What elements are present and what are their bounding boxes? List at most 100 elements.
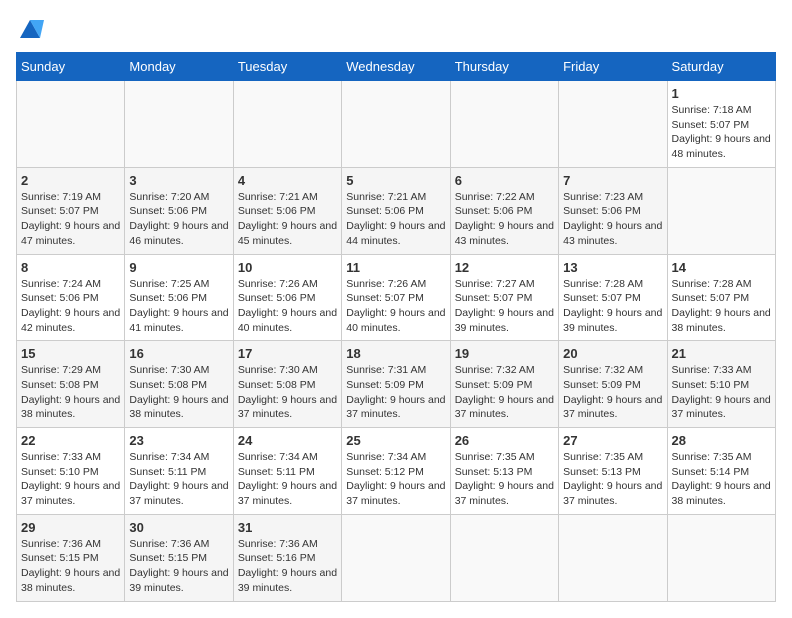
day-number: 23 <box>129 433 228 448</box>
day-number: 21 <box>672 346 771 361</box>
day-info: Sunrise: 7:30 AMSunset: 5:08 PMDaylight:… <box>238 363 337 422</box>
calendar-day <box>125 81 233 168</box>
day-number: 30 <box>129 520 228 535</box>
calendar-day: 28 Sunrise: 7:35 AMSunset: 5:14 PMDaylig… <box>667 428 775 515</box>
calendar-day: 12 Sunrise: 7:27 AMSunset: 5:07 PMDaylig… <box>450 254 558 341</box>
calendar-day <box>450 81 558 168</box>
calendar-day: 6 Sunrise: 7:22 AMSunset: 5:06 PMDayligh… <box>450 167 558 254</box>
day-number: 26 <box>455 433 554 448</box>
header-day: Thursday <box>450 53 558 81</box>
day-number: 18 <box>346 346 445 361</box>
calendar-day <box>667 167 775 254</box>
day-number: 31 <box>238 520 337 535</box>
calendar-day: 13 Sunrise: 7:28 AMSunset: 5:07 PMDaylig… <box>559 254 667 341</box>
calendar-day: 29 Sunrise: 7:36 AMSunset: 5:15 PMDaylig… <box>17 514 125 601</box>
day-info: Sunrise: 7:29 AMSunset: 5:08 PMDaylight:… <box>21 363 120 422</box>
calendar-week: 29 Sunrise: 7:36 AMSunset: 5:15 PMDaylig… <box>17 514 776 601</box>
calendar-day: 24 Sunrise: 7:34 AMSunset: 5:11 PMDaylig… <box>233 428 341 515</box>
calendar-day <box>342 514 450 601</box>
header-row: SundayMondayTuesdayWednesdayThursdayFrid… <box>17 53 776 81</box>
day-number: 17 <box>238 346 337 361</box>
day-number: 11 <box>346 260 445 275</box>
calendar-day: 19 Sunrise: 7:32 AMSunset: 5:09 PMDaylig… <box>450 341 558 428</box>
day-number: 5 <box>346 173 445 188</box>
day-info: Sunrise: 7:32 AMSunset: 5:09 PMDaylight:… <box>563 363 662 422</box>
day-info: Sunrise: 7:18 AMSunset: 5:07 PMDaylight:… <box>672 103 771 162</box>
day-info: Sunrise: 7:36 AMSunset: 5:15 PMDaylight:… <box>21 537 120 596</box>
calendar-week: 15 Sunrise: 7:29 AMSunset: 5:08 PMDaylig… <box>17 341 776 428</box>
calendar-day: 20 Sunrise: 7:32 AMSunset: 5:09 PMDaylig… <box>559 341 667 428</box>
day-number: 28 <box>672 433 771 448</box>
calendar-day: 8 Sunrise: 7:24 AMSunset: 5:06 PMDayligh… <box>17 254 125 341</box>
day-number: 1 <box>672 86 771 101</box>
day-info: Sunrise: 7:30 AMSunset: 5:08 PMDaylight:… <box>129 363 228 422</box>
day-info: Sunrise: 7:28 AMSunset: 5:07 PMDaylight:… <box>563 277 662 336</box>
calendar-day: 22 Sunrise: 7:33 AMSunset: 5:10 PMDaylig… <box>17 428 125 515</box>
calendar-day: 27 Sunrise: 7:35 AMSunset: 5:13 PMDaylig… <box>559 428 667 515</box>
calendar-day: 4 Sunrise: 7:21 AMSunset: 5:06 PMDayligh… <box>233 167 341 254</box>
calendar-table: SundayMondayTuesdayWednesdayThursdayFrid… <box>16 52 776 602</box>
calendar-day: 1 Sunrise: 7:18 AMSunset: 5:07 PMDayligh… <box>667 81 775 168</box>
calendar-week: 22 Sunrise: 7:33 AMSunset: 5:10 PMDaylig… <box>17 428 776 515</box>
calendar-day: 10 Sunrise: 7:26 AMSunset: 5:06 PMDaylig… <box>233 254 341 341</box>
day-number: 10 <box>238 260 337 275</box>
day-info: Sunrise: 7:22 AMSunset: 5:06 PMDaylight:… <box>455 190 554 249</box>
day-info: Sunrise: 7:36 AMSunset: 5:16 PMDaylight:… <box>238 537 337 596</box>
calendar-header: SundayMondayTuesdayWednesdayThursdayFrid… <box>17 53 776 81</box>
day-info: Sunrise: 7:35 AMSunset: 5:14 PMDaylight:… <box>672 450 771 509</box>
day-number: 8 <box>21 260 120 275</box>
calendar-body: 1 Sunrise: 7:18 AMSunset: 5:07 PMDayligh… <box>17 81 776 602</box>
calendar-week: 8 Sunrise: 7:24 AMSunset: 5:06 PMDayligh… <box>17 254 776 341</box>
day-info: Sunrise: 7:36 AMSunset: 5:15 PMDaylight:… <box>129 537 228 596</box>
page-header <box>16 16 776 44</box>
calendar-day <box>667 514 775 601</box>
day-info: Sunrise: 7:26 AMSunset: 5:07 PMDaylight:… <box>346 277 445 336</box>
day-number: 7 <box>563 173 662 188</box>
calendar-day: 21 Sunrise: 7:33 AMSunset: 5:10 PMDaylig… <box>667 341 775 428</box>
header-day: Saturday <box>667 53 775 81</box>
day-info: Sunrise: 7:34 AMSunset: 5:12 PMDaylight:… <box>346 450 445 509</box>
day-number: 6 <box>455 173 554 188</box>
day-info: Sunrise: 7:34 AMSunset: 5:11 PMDaylight:… <box>129 450 228 509</box>
calendar-day: 11 Sunrise: 7:26 AMSunset: 5:07 PMDaylig… <box>342 254 450 341</box>
day-info: Sunrise: 7:35 AMSunset: 5:13 PMDaylight:… <box>455 450 554 509</box>
header-day: Sunday <box>17 53 125 81</box>
calendar-week: 1 Sunrise: 7:18 AMSunset: 5:07 PMDayligh… <box>17 81 776 168</box>
calendar-day: 26 Sunrise: 7:35 AMSunset: 5:13 PMDaylig… <box>450 428 558 515</box>
day-info: Sunrise: 7:25 AMSunset: 5:06 PMDaylight:… <box>129 277 228 336</box>
day-info: Sunrise: 7:26 AMSunset: 5:06 PMDaylight:… <box>238 277 337 336</box>
calendar-day: 2 Sunrise: 7:19 AMSunset: 5:07 PMDayligh… <box>17 167 125 254</box>
day-info: Sunrise: 7:34 AMSunset: 5:11 PMDaylight:… <box>238 450 337 509</box>
calendar-day <box>559 514 667 601</box>
calendar-day: 9 Sunrise: 7:25 AMSunset: 5:06 PMDayligh… <box>125 254 233 341</box>
calendar-day <box>342 81 450 168</box>
calendar-day: 25 Sunrise: 7:34 AMSunset: 5:12 PMDaylig… <box>342 428 450 515</box>
calendar-day: 3 Sunrise: 7:20 AMSunset: 5:06 PMDayligh… <box>125 167 233 254</box>
calendar-day: 16 Sunrise: 7:30 AMSunset: 5:08 PMDaylig… <box>125 341 233 428</box>
day-number: 19 <box>455 346 554 361</box>
calendar-day: 17 Sunrise: 7:30 AMSunset: 5:08 PMDaylig… <box>233 341 341 428</box>
day-number: 12 <box>455 260 554 275</box>
day-number: 4 <box>238 173 337 188</box>
day-info: Sunrise: 7:19 AMSunset: 5:07 PMDaylight:… <box>21 190 120 249</box>
day-info: Sunrise: 7:21 AMSunset: 5:06 PMDaylight:… <box>238 190 337 249</box>
calendar-day: 30 Sunrise: 7:36 AMSunset: 5:15 PMDaylig… <box>125 514 233 601</box>
day-number: 15 <box>21 346 120 361</box>
calendar-day <box>233 81 341 168</box>
logo-icon <box>16 16 44 44</box>
day-number: 25 <box>346 433 445 448</box>
header-day: Monday <box>125 53 233 81</box>
day-info: Sunrise: 7:20 AMSunset: 5:06 PMDaylight:… <box>129 190 228 249</box>
day-number: 2 <box>21 173 120 188</box>
calendar-day: 23 Sunrise: 7:34 AMSunset: 5:11 PMDaylig… <box>125 428 233 515</box>
day-number: 24 <box>238 433 337 448</box>
day-number: 14 <box>672 260 771 275</box>
calendar-day: 18 Sunrise: 7:31 AMSunset: 5:09 PMDaylig… <box>342 341 450 428</box>
header-day: Friday <box>559 53 667 81</box>
day-info: Sunrise: 7:33 AMSunset: 5:10 PMDaylight:… <box>672 363 771 422</box>
day-info: Sunrise: 7:24 AMSunset: 5:06 PMDaylight:… <box>21 277 120 336</box>
day-number: 9 <box>129 260 228 275</box>
header-day: Tuesday <box>233 53 341 81</box>
day-number: 13 <box>563 260 662 275</box>
day-number: 22 <box>21 433 120 448</box>
